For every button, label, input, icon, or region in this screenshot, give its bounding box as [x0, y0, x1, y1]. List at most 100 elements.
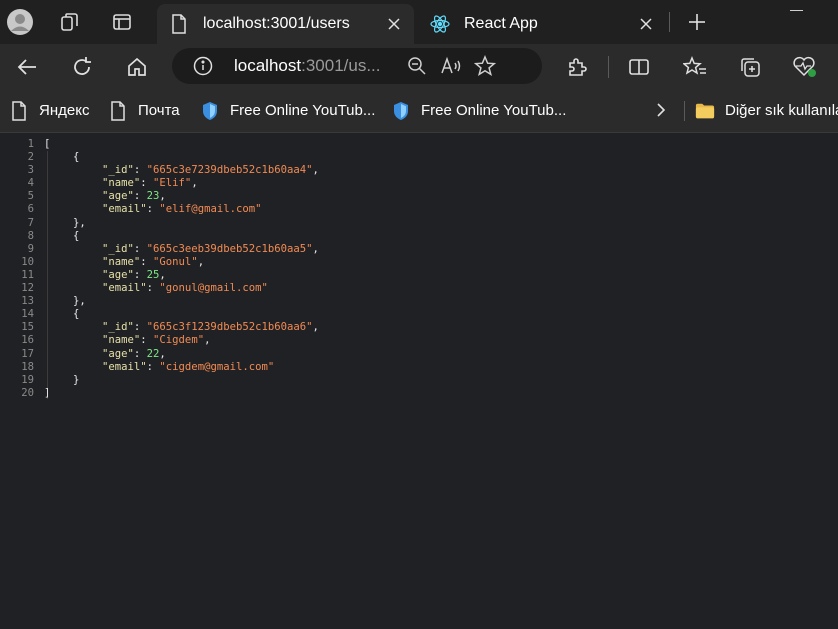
- puzzle-icon: [569, 58, 587, 76]
- json-value: "elif@gmail.com": [159, 203, 262, 216]
- line-number: 16: [21, 334, 34, 347]
- line-number: 9: [27, 242, 34, 255]
- code-text: [: [44, 138, 51, 150]
- toolbar-separator: [608, 56, 609, 78]
- favorites-icon: [683, 56, 706, 75]
- json-key: "email": [102, 360, 147, 373]
- json-key: "_id": [102, 321, 134, 334]
- info-icon[interactable]: [192, 55, 214, 77]
- line-number: 11: [21, 268, 34, 281]
- json-value: 23: [146, 190, 160, 203]
- tab-title: React App: [464, 15, 538, 32]
- bookmark-free-online-youtube-1[interactable]: Free Online YouTub...: [200, 89, 375, 132]
- json-key: "name": [102, 255, 141, 268]
- code-text: ]: [44, 386, 51, 399]
- bookmark-free-online-youtube-2[interactable]: Free Online YouTub...: [391, 89, 566, 132]
- home-icon: [128, 57, 146, 76]
- tab-react-app[interactable]: React App: [418, 4, 666, 44]
- code-text: {: [73, 229, 80, 242]
- react-icon: [430, 14, 450, 34]
- code-text: "name": "Gonul",: [102, 255, 205, 268]
- url-host: localhost: [234, 56, 302, 75]
- collections-button[interactable]: [735, 52, 765, 82]
- json-value: "Elif": [153, 177, 192, 190]
- bookmarks-separator: [684, 101, 685, 121]
- code-text: },: [73, 216, 86, 229]
- line-number: 10: [21, 255, 34, 268]
- json-viewer: 1 [2 {3 "_id": "665c3e7239dbeb52c1b60aa4", 4…: [0, 133, 838, 629]
- json-value: "665c3e7239dbeb52c1b60aa4": [146, 164, 313, 177]
- favorite-star-icon[interactable]: [472, 53, 498, 79]
- line-number: 13: [21, 295, 34, 308]
- back-arrow-icon: [17, 59, 36, 75]
- code-text: "email": "gonul@gmail.com": [102, 282, 268, 295]
- json-key: "age": [102, 190, 134, 203]
- tab-users[interactable]: localhost:3001/users: [157, 4, 414, 44]
- close-tab-icon[interactable]: [380, 10, 408, 38]
- extensions-button[interactable]: [562, 52, 592, 82]
- minimize-button[interactable]: [786, 0, 810, 14]
- bookmark-pochta[interactable]: Почта: [108, 89, 180, 132]
- workspaces-icon[interactable]: [56, 8, 84, 36]
- bookmark-label: Почта: [138, 102, 180, 119]
- code-text: }: [73, 373, 80, 386]
- line-number: 18: [21, 360, 34, 373]
- json-value: "gonul@gmail.com": [159, 282, 268, 295]
- favorites-button[interactable]: [680, 52, 710, 82]
- heart-pulse-icon: [793, 56, 816, 77]
- json-value: "cigdem@gmail.com": [159, 360, 275, 373]
- folder-icon: [695, 101, 715, 121]
- bookmarks-bar: Яндекс Почта Free Online YouTub... Free …: [0, 89, 838, 133]
- page-icon: [9, 100, 29, 121]
- back-button[interactable]: [12, 52, 42, 82]
- collections-icon: [741, 58, 760, 77]
- json-key: "_id": [102, 164, 134, 177]
- toolbar: localhost:3001/us...: [0, 44, 838, 89]
- json-value: 25: [146, 268, 160, 281]
- split-screen-button[interactable]: [624, 52, 654, 82]
- json-key: "email": [102, 282, 147, 295]
- code-text: "_id": "665c3e7239dbeb52c1b60aa4",: [102, 164, 319, 177]
- json-value: "Gonul": [153, 255, 198, 268]
- line-number: 14: [21, 308, 34, 321]
- code-text: "age": 25,: [102, 268, 166, 281]
- vertical-tabs-icon[interactable]: [108, 8, 136, 36]
- line-number: 19: [21, 373, 34, 386]
- json-value: "Cigdem": [153, 334, 205, 347]
- browser-essentials-button[interactable]: [790, 52, 820, 82]
- code-text: "name": "Cigdem",: [102, 334, 211, 347]
- line-number: 1: [27, 138, 34, 150]
- page-icon: [108, 100, 128, 121]
- bookmark-yandex[interactable]: Яндекс: [9, 89, 89, 132]
- json-key: "age": [102, 268, 134, 281]
- line-number: 5: [27, 190, 34, 203]
- page-icon: [169, 14, 189, 34]
- tab-separator: [669, 12, 670, 32]
- url-text[interactable]: localhost:3001/us...: [234, 56, 386, 76]
- code-text: "age": 22,: [102, 347, 166, 360]
- close-tab-icon[interactable]: [632, 10, 660, 38]
- line-number: 3: [27, 164, 34, 177]
- line-number: 7: [27, 216, 34, 229]
- zoom-icon[interactable]: [404, 53, 430, 79]
- read-aloud-icon[interactable]: [438, 53, 464, 79]
- new-tab-button[interactable]: [683, 8, 711, 36]
- json-key: "name": [102, 177, 141, 190]
- home-button[interactable]: [122, 52, 152, 82]
- bookmarks-more-chevron-icon[interactable]: [650, 99, 672, 121]
- shield-icon: [200, 101, 220, 121]
- tab-strip: localhost:3001/users React App: [0, 0, 838, 44]
- refresh-button[interactable]: [67, 52, 97, 82]
- bookmark-label: Free Online YouTub...: [230, 102, 376, 119]
- code-text: "email": "cigdem@gmail.com": [102, 360, 275, 373]
- refresh-icon: [74, 57, 91, 75]
- shield-icon: [391, 101, 411, 121]
- bookmark-label: Яндекс: [39, 102, 90, 119]
- profile-avatar[interactable]: [6, 8, 34, 36]
- other-favorites-folder[interactable]: Diğer sık kullanılanlar: [695, 89, 838, 132]
- json-value: 22: [146, 347, 160, 360]
- line-number: 2: [27, 151, 34, 164]
- address-bar[interactable]: localhost:3001/us...: [172, 48, 542, 84]
- code-text: "_id": "665c3f1239dbeb52c1b60aa6",: [102, 321, 319, 334]
- line-number: 8: [27, 229, 34, 242]
